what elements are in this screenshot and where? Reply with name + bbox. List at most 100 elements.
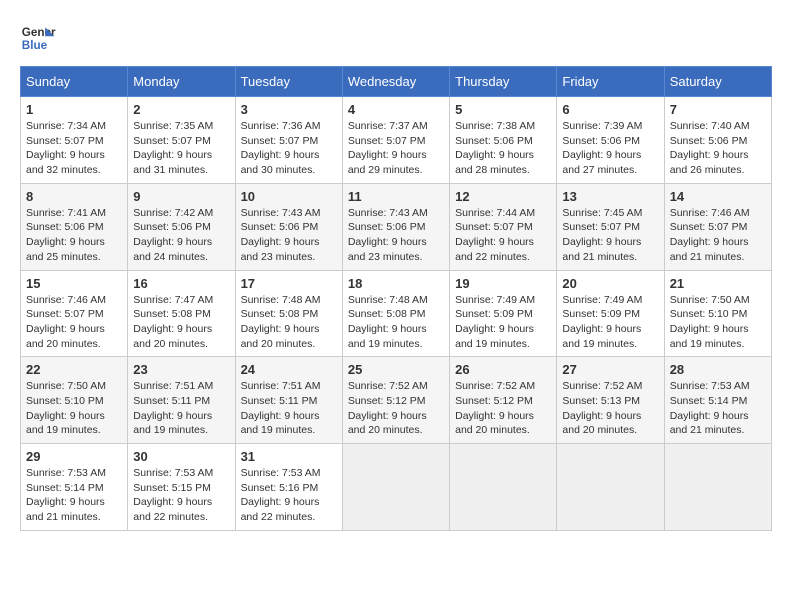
daylight-label: Daylight: 9 hours and 19 minutes. <box>670 323 749 350</box>
sunrise-label: Sunrise: 7:39 AM <box>562 120 642 132</box>
daylight-label: Daylight: 9 hours and 25 minutes. <box>26 236 105 263</box>
calendar-week-5: 29 Sunrise: 7:53 AM Sunset: 5:14 PM Dayl… <box>21 444 772 531</box>
column-header-thursday: Thursday <box>450 67 557 97</box>
daylight-label: Daylight: 9 hours and 29 minutes. <box>348 149 427 176</box>
daylight-label: Daylight: 9 hours and 20 minutes. <box>241 323 320 350</box>
calendar-week-1: 1 Sunrise: 7:34 AM Sunset: 5:07 PM Dayli… <box>21 97 772 184</box>
day-number: 19 <box>455 276 551 291</box>
daylight-label: Daylight: 9 hours and 19 minutes. <box>26 410 105 437</box>
daylight-label: Daylight: 9 hours and 21 minutes. <box>670 410 749 437</box>
sunrise-label: Sunrise: 7:53 AM <box>26 467 106 479</box>
calendar-cell: 7 Sunrise: 7:40 AM Sunset: 5:06 PM Dayli… <box>664 97 771 184</box>
calendar-week-2: 8 Sunrise: 7:41 AM Sunset: 5:06 PM Dayli… <box>21 183 772 270</box>
sunrise-label: Sunrise: 7:41 AM <box>26 207 106 219</box>
calendar-cell: 8 Sunrise: 7:41 AM Sunset: 5:06 PM Dayli… <box>21 183 128 270</box>
daylight-label: Daylight: 9 hours and 30 minutes. <box>241 149 320 176</box>
calendar-cell: 3 Sunrise: 7:36 AM Sunset: 5:07 PM Dayli… <box>235 97 342 184</box>
sunrise-label: Sunrise: 7:47 AM <box>133 294 213 306</box>
day-number: 29 <box>26 449 122 464</box>
sunset-label: Sunset: 5:07 PM <box>133 135 211 147</box>
calendar-cell: 27 Sunrise: 7:52 AM Sunset: 5:13 PM Dayl… <box>557 357 664 444</box>
calendar-cell: 21 Sunrise: 7:50 AM Sunset: 5:10 PM Dayl… <box>664 270 771 357</box>
day-number: 11 <box>348 189 444 204</box>
sunset-label: Sunset: 5:10 PM <box>670 308 748 320</box>
day-info: Sunrise: 7:44 AM Sunset: 5:07 PM Dayligh… <box>455 206 551 265</box>
page-header: General Blue <box>20 20 772 56</box>
logo-icon: General Blue <box>20 20 56 56</box>
day-number: 31 <box>241 449 337 464</box>
day-number: 14 <box>670 189 766 204</box>
day-info: Sunrise: 7:37 AM Sunset: 5:07 PM Dayligh… <box>348 119 444 178</box>
sunset-label: Sunset: 5:06 PM <box>455 135 533 147</box>
sunset-label: Sunset: 5:12 PM <box>348 395 426 407</box>
day-number: 13 <box>562 189 658 204</box>
day-number: 2 <box>133 102 229 117</box>
day-number: 27 <box>562 362 658 377</box>
column-header-sunday: Sunday <box>21 67 128 97</box>
daylight-label: Daylight: 9 hours and 20 minutes. <box>562 410 641 437</box>
day-info: Sunrise: 7:50 AM Sunset: 5:10 PM Dayligh… <box>670 293 766 352</box>
day-number: 5 <box>455 102 551 117</box>
day-number: 24 <box>241 362 337 377</box>
sunrise-label: Sunrise: 7:48 AM <box>241 294 321 306</box>
sunrise-label: Sunrise: 7:37 AM <box>348 120 428 132</box>
sunrise-label: Sunrise: 7:46 AM <box>670 207 750 219</box>
sunrise-label: Sunrise: 7:42 AM <box>133 207 213 219</box>
day-info: Sunrise: 7:45 AM Sunset: 5:07 PM Dayligh… <box>562 206 658 265</box>
day-info: Sunrise: 7:43 AM Sunset: 5:06 PM Dayligh… <box>241 206 337 265</box>
day-number: 10 <box>241 189 337 204</box>
sunset-label: Sunset: 5:06 PM <box>562 135 640 147</box>
day-info: Sunrise: 7:42 AM Sunset: 5:06 PM Dayligh… <box>133 206 229 265</box>
sunset-label: Sunset: 5:07 PM <box>455 221 533 233</box>
calendar-cell: 10 Sunrise: 7:43 AM Sunset: 5:06 PM Dayl… <box>235 183 342 270</box>
day-info: Sunrise: 7:53 AM Sunset: 5:14 PM Dayligh… <box>670 379 766 438</box>
daylight-label: Daylight: 9 hours and 22 minutes. <box>241 496 320 523</box>
day-number: 12 <box>455 189 551 204</box>
sunrise-label: Sunrise: 7:49 AM <box>455 294 535 306</box>
calendar-cell: 13 Sunrise: 7:45 AM Sunset: 5:07 PM Dayl… <box>557 183 664 270</box>
day-number: 25 <box>348 362 444 377</box>
calendar-cell: 1 Sunrise: 7:34 AM Sunset: 5:07 PM Dayli… <box>21 97 128 184</box>
calendar-cell <box>664 444 771 531</box>
calendar-cell: 5 Sunrise: 7:38 AM Sunset: 5:06 PM Dayli… <box>450 97 557 184</box>
day-number: 3 <box>241 102 337 117</box>
sunrise-label: Sunrise: 7:44 AM <box>455 207 535 219</box>
sunrise-label: Sunrise: 7:43 AM <box>241 207 321 219</box>
daylight-label: Daylight: 9 hours and 23 minutes. <box>241 236 320 263</box>
sunrise-label: Sunrise: 7:36 AM <box>241 120 321 132</box>
day-number: 18 <box>348 276 444 291</box>
sunset-label: Sunset: 5:07 PM <box>670 221 748 233</box>
calendar-cell <box>342 444 449 531</box>
sunset-label: Sunset: 5:06 PM <box>133 221 211 233</box>
calendar-cell: 11 Sunrise: 7:43 AM Sunset: 5:06 PM Dayl… <box>342 183 449 270</box>
column-header-saturday: Saturday <box>664 67 771 97</box>
day-number: 22 <box>26 362 122 377</box>
sunset-label: Sunset: 5:06 PM <box>26 221 104 233</box>
calendar-cell: 20 Sunrise: 7:49 AM Sunset: 5:09 PM Dayl… <box>557 270 664 357</box>
day-number: 26 <box>455 362 551 377</box>
daylight-label: Daylight: 9 hours and 21 minutes. <box>670 236 749 263</box>
daylight-label: Daylight: 9 hours and 27 minutes. <box>562 149 641 176</box>
day-info: Sunrise: 7:48 AM Sunset: 5:08 PM Dayligh… <box>241 293 337 352</box>
sunrise-label: Sunrise: 7:52 AM <box>562 380 642 392</box>
day-number: 1 <box>26 102 122 117</box>
day-info: Sunrise: 7:51 AM Sunset: 5:11 PM Dayligh… <box>133 379 229 438</box>
calendar-cell: 23 Sunrise: 7:51 AM Sunset: 5:11 PM Dayl… <box>128 357 235 444</box>
calendar-cell: 26 Sunrise: 7:52 AM Sunset: 5:12 PM Dayl… <box>450 357 557 444</box>
calendar-cell: 6 Sunrise: 7:39 AM Sunset: 5:06 PM Dayli… <box>557 97 664 184</box>
calendar-header-row: SundayMondayTuesdayWednesdayThursdayFrid… <box>21 67 772 97</box>
calendar-cell <box>557 444 664 531</box>
daylight-label: Daylight: 9 hours and 19 minutes. <box>133 410 212 437</box>
daylight-label: Daylight: 9 hours and 22 minutes. <box>455 236 534 263</box>
day-info: Sunrise: 7:53 AM Sunset: 5:16 PM Dayligh… <box>241 466 337 525</box>
sunset-label: Sunset: 5:14 PM <box>670 395 748 407</box>
day-info: Sunrise: 7:36 AM Sunset: 5:07 PM Dayligh… <box>241 119 337 178</box>
daylight-label: Daylight: 9 hours and 31 minutes. <box>133 149 212 176</box>
day-info: Sunrise: 7:49 AM Sunset: 5:09 PM Dayligh… <box>562 293 658 352</box>
day-number: 23 <box>133 362 229 377</box>
sunset-label: Sunset: 5:07 PM <box>26 308 104 320</box>
calendar-cell: 14 Sunrise: 7:46 AM Sunset: 5:07 PM Dayl… <box>664 183 771 270</box>
calendar-cell <box>450 444 557 531</box>
daylight-label: Daylight: 9 hours and 19 minutes. <box>562 323 641 350</box>
sunset-label: Sunset: 5:06 PM <box>241 221 319 233</box>
